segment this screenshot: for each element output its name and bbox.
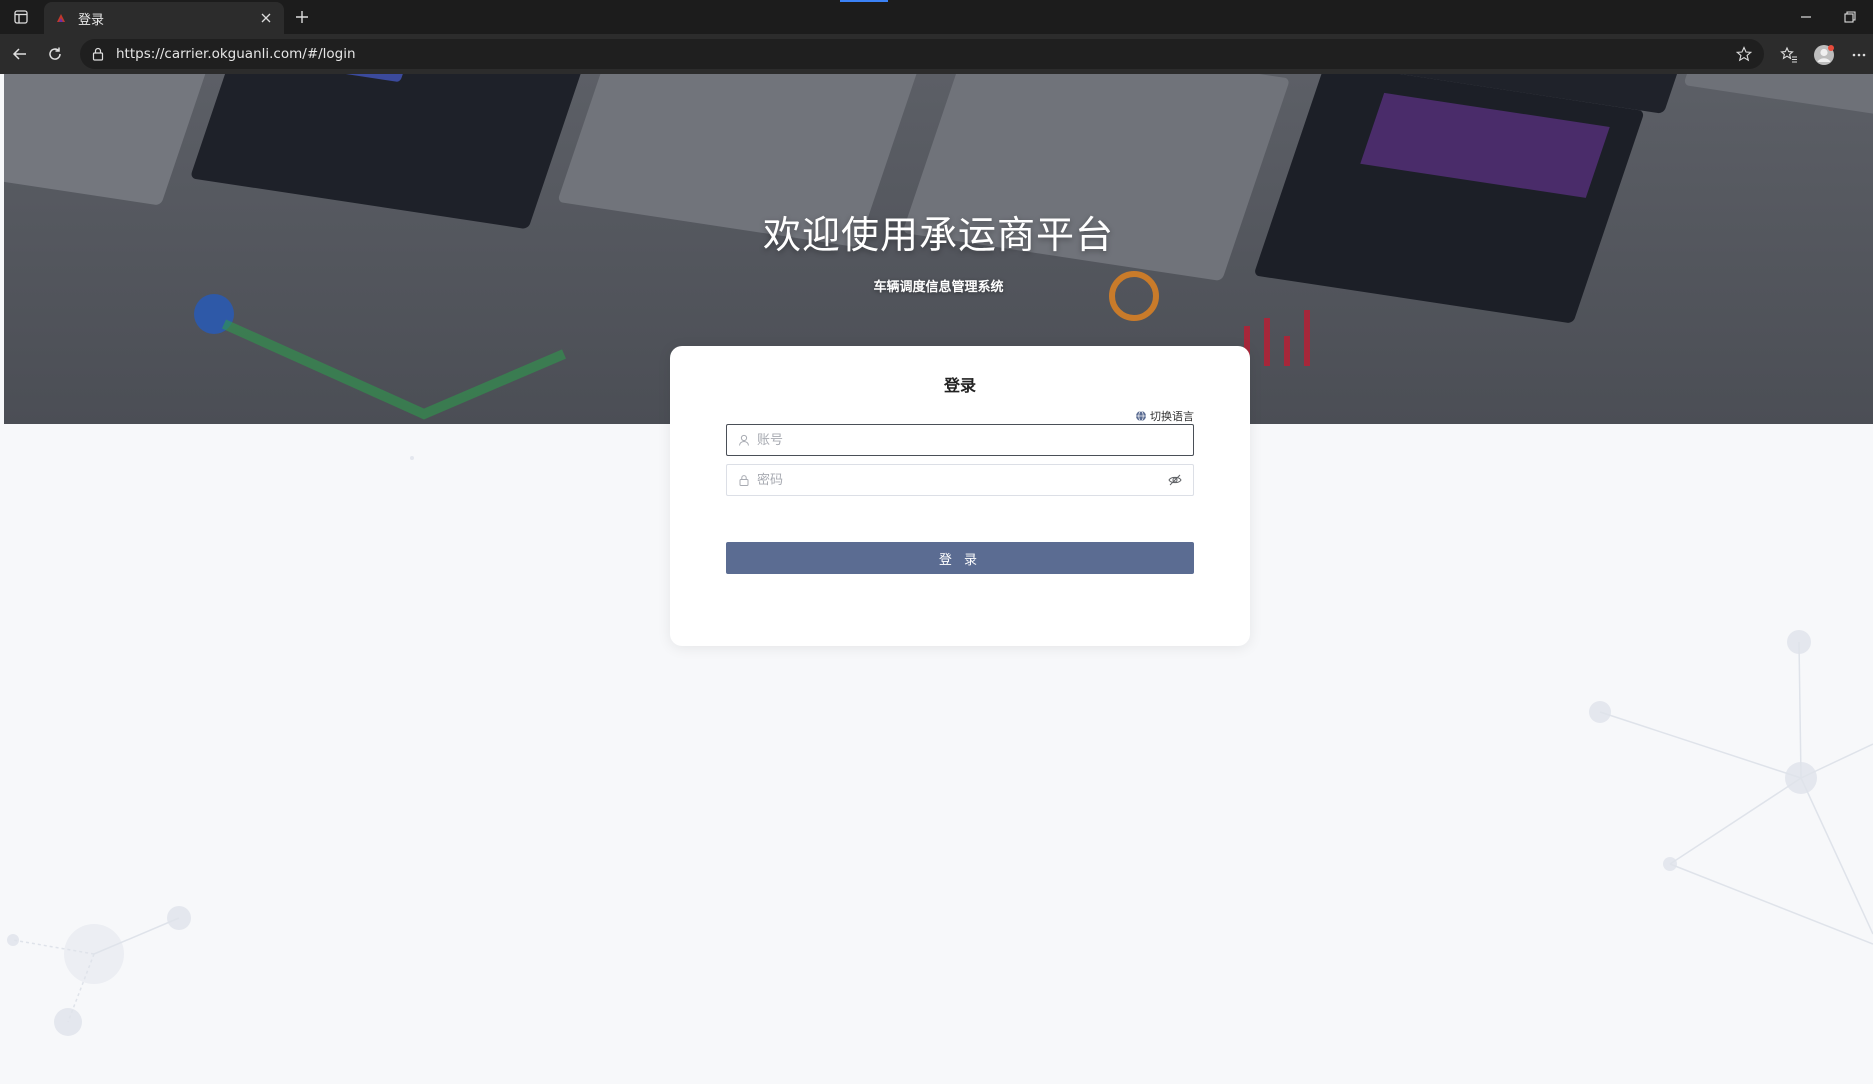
eye-hidden-icon[interactable] xyxy=(1167,472,1183,488)
site-favicon-icon xyxy=(54,11,68,25)
login-page: 欢迎使用承运商平台 车辆调度信息管理系统 登录 切换语言 登 录 xyxy=(4,74,1873,1084)
browser-titlebar: 登录 xyxy=(0,0,1873,34)
address-bar[interactable]: https://carrier.okguanli.com/#/login xyxy=(80,39,1764,69)
lock-icon[interactable] xyxy=(90,46,106,62)
browser-tab-active[interactable]: 登录 xyxy=(44,2,284,34)
account-field[interactable] xyxy=(726,424,1194,456)
user-icon xyxy=(737,433,751,447)
globe-icon xyxy=(1135,410,1147,422)
more-menu-icon[interactable] xyxy=(1846,42,1872,68)
hero-title: 欢迎使用承运商平台 xyxy=(762,213,1114,257)
login-card: 登录 切换语言 登 录 xyxy=(670,346,1250,646)
tab-indicator xyxy=(840,0,888,2)
favorites-icon[interactable] xyxy=(1776,42,1802,68)
url-text[interactable]: https://carrier.okguanli.com/#/login xyxy=(116,46,1730,62)
account-input[interactable] xyxy=(755,431,1183,449)
login-card-title: 登录 xyxy=(943,376,976,395)
login-submit-button[interactable]: 登 录 xyxy=(726,542,1194,574)
tab-actions-icon[interactable] xyxy=(8,6,34,28)
language-switch-label: 切换语言 xyxy=(1150,410,1194,423)
minimize-icon[interactable] xyxy=(1790,5,1822,29)
tab-title: 登录 xyxy=(78,12,105,28)
hero-subtitle: 车辆调度信息管理系统 xyxy=(873,280,1004,295)
favorite-star-icon[interactable] xyxy=(1730,40,1758,68)
new-tab-icon[interactable] xyxy=(290,5,314,29)
refresh-icon[interactable] xyxy=(43,42,67,66)
back-arrow-icon[interactable] xyxy=(8,42,32,66)
lock-icon xyxy=(737,473,751,487)
profile-avatar-icon[interactable] xyxy=(1811,42,1837,68)
close-tab-icon[interactable] xyxy=(258,10,274,26)
password-input[interactable] xyxy=(755,471,1167,489)
browser-toolbar: https://carrier.okguanli.com/#/login xyxy=(0,34,1873,74)
password-field[interactable] xyxy=(726,464,1194,496)
restore-icon[interactable] xyxy=(1834,5,1866,29)
language-switch-button[interactable]: 切换语言 xyxy=(1135,408,1194,424)
